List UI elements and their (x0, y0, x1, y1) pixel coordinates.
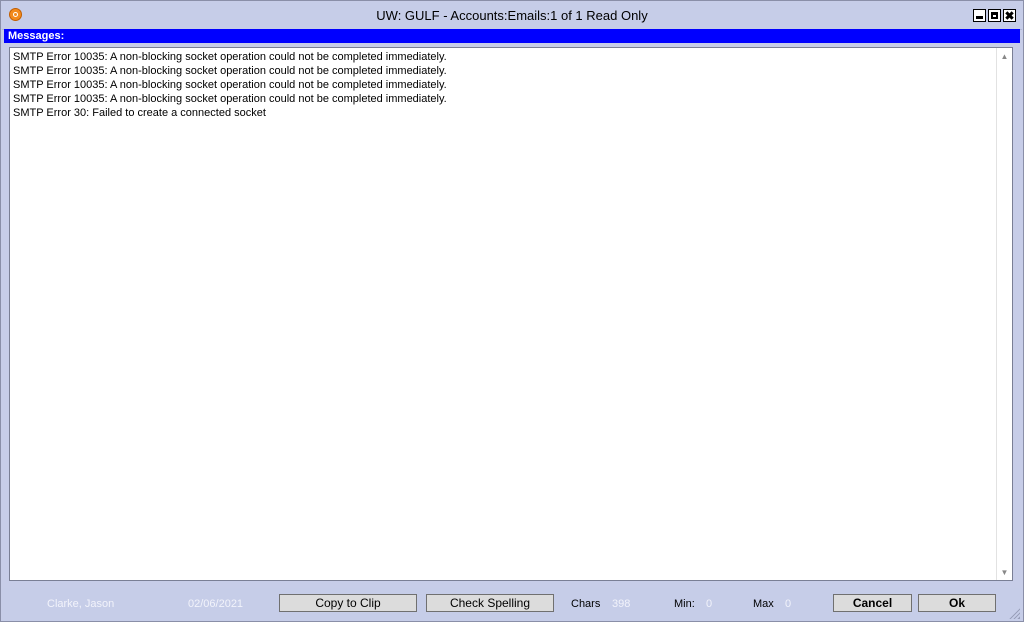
min-value: 0 (706, 598, 713, 610)
scroll-up-icon[interactable]: ▲ (997, 49, 1012, 63)
ok-button[interactable]: Ok (918, 594, 996, 612)
maximize-icon[interactable] (988, 9, 1001, 22)
status-bar: Clarke, Jason 02/06/2021 Copy to Clip Ch… (2, 588, 1022, 621)
vertical-scrollbar[interactable]: ▲ ▼ (996, 48, 1012, 580)
messages-header: Messages: (4, 29, 1020, 43)
message-line: SMTP Error 10035: A non-blocking socket … (13, 93, 447, 105)
copy-to-clip-button[interactable]: Copy to Clip (279, 594, 417, 612)
message-line: SMTP Error 30: Failed to create a connec… (13, 107, 266, 119)
max-label: Max (753, 598, 774, 610)
status-date: 02/06/2021 (188, 598, 244, 610)
message-line: SMTP Error 10035: A non-blocking socket … (13, 51, 447, 63)
chars-value: 398 (612, 598, 631, 610)
cancel-button[interactable]: Cancel (833, 594, 912, 612)
email-window: UW: GULF - Accounts:Emails:1 of 1 Read O… (0, 0, 1024, 622)
resize-grip-icon[interactable] (1008, 607, 1020, 619)
minimize-icon[interactable] (973, 9, 986, 22)
close-icon[interactable] (1003, 9, 1016, 22)
max-value: 0 (785, 598, 792, 610)
message-line: SMTP Error 10035: A non-blocking socket … (13, 79, 447, 91)
scroll-down-icon[interactable]: ▼ (997, 565, 1012, 579)
message-line: SMTP Error 10035: A non-blocking socket … (13, 65, 447, 77)
user-name: Clarke, Jason (47, 598, 115, 610)
min-label: Min: (674, 598, 695, 610)
window-title: UW: GULF - Accounts:Emails:1 of 1 Read O… (376, 8, 648, 23)
messages-textarea[interactable]: SMTP Error 10035: A non-blocking socket … (9, 47, 1013, 581)
chars-label: Chars (571, 598, 601, 610)
title-bar[interactable]: UW: GULF - Accounts:Emails:1 of 1 Read O… (2, 2, 1022, 30)
window-controls (973, 9, 1016, 22)
check-spelling-button[interactable]: Check Spelling (426, 594, 554, 612)
messages-list: SMTP Error 10035: A non-blocking socket … (13, 50, 994, 120)
